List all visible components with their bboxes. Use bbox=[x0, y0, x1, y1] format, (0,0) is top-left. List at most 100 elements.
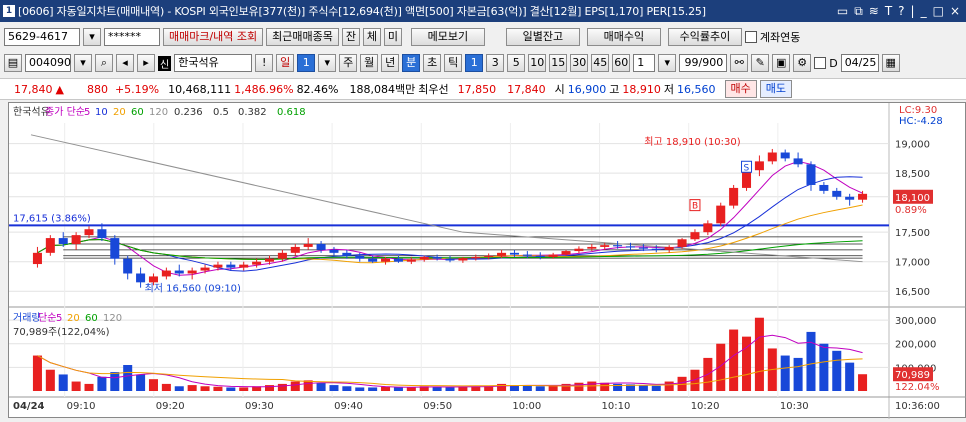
minimize-icon[interactable]: _ bbox=[921, 4, 927, 19]
next-icon[interactable]: ▸ bbox=[137, 54, 155, 72]
candle-body bbox=[161, 270, 171, 277]
volume-bar bbox=[123, 365, 133, 391]
price-legend-fib: 0.382 bbox=[238, 107, 267, 118]
candle-body bbox=[664, 246, 674, 250]
candle-body bbox=[806, 164, 816, 185]
volume-legend-ma-60: 60 bbox=[85, 313, 98, 324]
account-toolbar: 5629-4617 ▾ ****** 매매마크/내역 조회 최근매매종목 잔 체… bbox=[0, 25, 966, 49]
interval-45[interactable]: 45 bbox=[591, 54, 610, 72]
alert-icon[interactable]: ! bbox=[255, 54, 274, 72]
close-icon[interactable]: × bbox=[950, 4, 960, 19]
lc-label: LC:9.30 bbox=[899, 105, 937, 116]
volume-bar bbox=[213, 386, 223, 391]
volume-legend-ma-20: 20 bbox=[67, 313, 80, 324]
period-month[interactable]: 월 bbox=[360, 54, 379, 72]
code-input[interactable]: 004090 bbox=[25, 54, 71, 72]
date-input[interactable]: 04/25 bbox=[840, 54, 879, 72]
candle-body bbox=[574, 248, 584, 252]
period-year[interactable]: 년 bbox=[381, 54, 400, 72]
candle-body bbox=[393, 258, 403, 262]
tab-tick[interactable]: 틱 bbox=[444, 54, 463, 72]
interval-5[interactable]: 5 bbox=[507, 54, 526, 72]
volume-bar bbox=[110, 372, 120, 391]
interval-60[interactable]: 60 bbox=[612, 54, 631, 72]
price-volume-chart[interactable]: 19,000 18,500 18,100 17,500 17,000 16,500 0.89… bbox=[9, 103, 966, 419]
candle-body bbox=[535, 255, 545, 257]
bid-price: 17,840 bbox=[507, 82, 546, 96]
trade-mark-button[interactable]: 매매마크/내역 조회 bbox=[163, 28, 264, 46]
candle-body bbox=[767, 152, 777, 162]
calendar-icon[interactable]: ▦ bbox=[881, 54, 900, 72]
candle-body bbox=[432, 256, 442, 259]
candle-body bbox=[264, 258, 275, 262]
prev-icon[interactable]: ◂ bbox=[116, 54, 134, 72]
candle-body bbox=[45, 238, 55, 253]
volume-ma-5 bbox=[37, 334, 863, 388]
maximize-icon[interactable]: □ bbox=[933, 4, 944, 19]
time-tick-label: 10:36:00 bbox=[895, 401, 940, 412]
volume-bar bbox=[381, 386, 391, 391]
profit-trend-button[interactable]: 수익률추이 bbox=[667, 28, 742, 46]
period-day[interactable]: 일 bbox=[276, 54, 295, 72]
low-price: 16,560 bbox=[677, 82, 716, 96]
new-badge: 신 bbox=[158, 55, 172, 71]
count-select[interactable]: 1 bbox=[633, 54, 656, 72]
period-week[interactable]: 주 bbox=[339, 54, 358, 72]
font-icon[interactable]: T bbox=[885, 4, 892, 19]
open-price: 16,900 bbox=[567, 82, 607, 96]
wave-icon[interactable]: ≋ bbox=[869, 4, 879, 19]
interval-1[interactable]: 1 bbox=[465, 54, 484, 72]
balance-button[interactable]: 잔 bbox=[341, 28, 360, 46]
period-dropdown-icon[interactable]: ▾ bbox=[318, 54, 337, 72]
interval-15[interactable]: 15 bbox=[549, 54, 568, 72]
volume-bar bbox=[522, 385, 532, 391]
help-icon[interactable]: ? bbox=[898, 4, 904, 19]
candle-body bbox=[819, 184, 829, 191]
interval-30[interactable]: 30 bbox=[570, 54, 589, 72]
price-legend-ma-10: 10 bbox=[95, 107, 108, 118]
quote-bar: 17,840 ▲ 880 +5.19% 10,468,111 1,486.96%… bbox=[0, 78, 966, 100]
tab-minute[interactable]: 분 bbox=[402, 54, 421, 72]
unexecuted-button[interactable]: 미 bbox=[383, 28, 402, 46]
volume: 10,468,111 bbox=[168, 82, 232, 96]
date-checkbox[interactable] bbox=[814, 57, 827, 69]
password-input[interactable]: ****** bbox=[104, 28, 160, 46]
account-link-checkbox[interactable] bbox=[744, 31, 757, 43]
candle-body bbox=[548, 254, 558, 257]
layout-icon[interactable]: ▭ bbox=[837, 4, 848, 19]
daily-balance-button[interactable]: 일별잔고 bbox=[505, 28, 580, 46]
count-dropdown-icon[interactable]: ▾ bbox=[658, 54, 677, 72]
memo-button[interactable]: 메모보기 bbox=[410, 28, 485, 46]
count-input[interactable]: 99/900 bbox=[679, 54, 728, 72]
volume-bar bbox=[84, 383, 94, 391]
recent-trades-button[interactable]: 최근매매종목 bbox=[266, 28, 339, 46]
layout-icon[interactable]: ▤ bbox=[4, 54, 22, 72]
save-icon[interactable]: ▣ bbox=[772, 54, 791, 72]
price-change: 880 bbox=[86, 82, 108, 96]
buy-button[interactable]: 매수 bbox=[724, 80, 757, 98]
candle-body bbox=[845, 196, 855, 200]
price-legend-ma-5: 5 bbox=[84, 107, 90, 118]
stock-name: 한국석유 bbox=[174, 54, 253, 72]
interval-3[interactable]: 3 bbox=[486, 54, 505, 72]
trade-profit-button[interactable]: 매매수익 bbox=[586, 28, 661, 46]
candle-body bbox=[406, 259, 416, 262]
interval-10[interactable]: 10 bbox=[528, 54, 547, 72]
gear-icon[interactable]: ⚙ bbox=[793, 54, 812, 72]
volume-bar bbox=[638, 385, 648, 391]
executed-button[interactable]: 체 bbox=[362, 28, 381, 46]
indicator-icon[interactable]: ⚯ bbox=[730, 54, 749, 72]
sell-button[interactable]: 매도 bbox=[759, 80, 792, 98]
account-input[interactable]: 5629-4617 bbox=[4, 28, 80, 46]
chart-area[interactable]: 19,000 18,500 18,100 17,500 17,000 16,500 0.89… bbox=[8, 102, 966, 419]
volume-bar bbox=[97, 376, 107, 391]
link-icon[interactable]: ⧉ bbox=[854, 4, 863, 19]
candle-body bbox=[58, 238, 68, 244]
period-num[interactable]: 1 bbox=[297, 54, 316, 72]
account-dropdown-icon[interactable]: ▾ bbox=[83, 28, 101, 46]
draw-icon[interactable]: ✎ bbox=[751, 54, 770, 72]
candle-body bbox=[97, 229, 107, 239]
code-dropdown-icon[interactable]: ▾ bbox=[74, 54, 92, 72]
tab-second[interactable]: 초 bbox=[423, 54, 442, 72]
search-icon[interactable]: ⌕ bbox=[95, 54, 113, 72]
